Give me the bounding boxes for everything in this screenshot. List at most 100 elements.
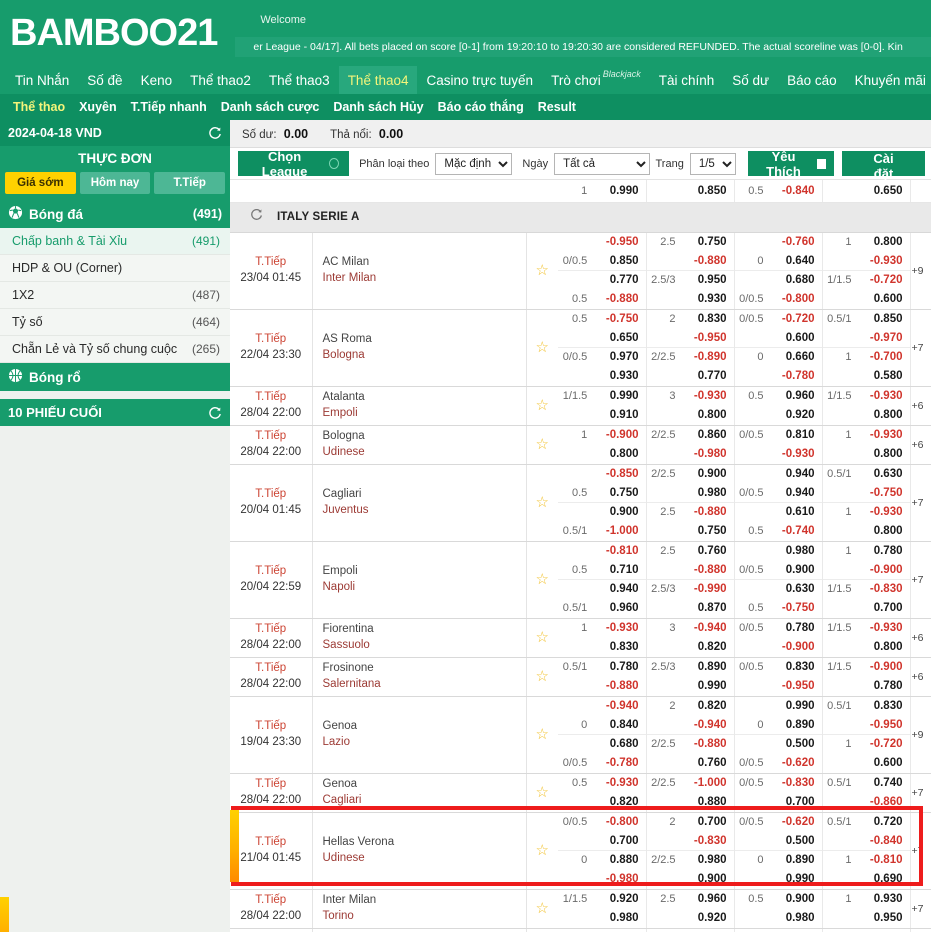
odds-price[interactable]: -1.000 bbox=[591, 522, 645, 541]
odds-line[interactable]: 2/2.5 -0.890 bbox=[646, 347, 734, 367]
odds-line[interactable]: 0.800 bbox=[823, 406, 910, 425]
odds-line[interactable]: 0.600 bbox=[823, 754, 910, 773]
odds-price[interactable]: -0.990 bbox=[679, 579, 734, 599]
odds-line[interactable]: 0.5 -0.840 bbox=[735, 181, 822, 200]
match-row[interactable]: T.Tiếp 28/04 22:00 Frosinone Salernitana ☆ 0.… bbox=[230, 657, 931, 697]
site-logo[interactable]: BAMBOO21 bbox=[10, 14, 218, 52]
odds-line[interactable]: 0/0.5 -0.800 bbox=[558, 813, 646, 832]
odds-price[interactable]: -0.930 bbox=[768, 445, 822, 464]
odds-price[interactable]: -0.880 bbox=[591, 677, 645, 696]
favourite-star-cell[interactable]: ☆ bbox=[526, 889, 558, 929]
odds-line[interactable]: -0.810 bbox=[558, 542, 646, 561]
odds-price[interactable]: -0.620 bbox=[768, 754, 822, 773]
odds-price[interactable]: -0.880 bbox=[679, 502, 734, 522]
match-teams-cell[interactable]: Atalanta Empoli bbox=[312, 386, 527, 426]
odds-price[interactable]: 0.950 bbox=[679, 270, 734, 290]
refresh-icon[interactable] bbox=[250, 208, 263, 226]
more-markets-count[interactable]: +9 bbox=[910, 696, 931, 774]
odds-line[interactable]: 1 -0.930 bbox=[558, 619, 646, 638]
odds-price[interactable]: 0.700 bbox=[856, 599, 910, 618]
odds-line[interactable]: 1/1.5 0.990 bbox=[558, 387, 646, 406]
odds-price[interactable]: 0.990 bbox=[768, 697, 822, 716]
odds-line[interactable]: 0/0.5 -0.830 bbox=[735, 774, 822, 793]
odds-line[interactable]: 0/0.5 0.940 bbox=[735, 484, 822, 503]
odds-line[interactable]: -0.830 bbox=[647, 832, 734, 851]
more-markets-count[interactable]: +6 bbox=[910, 425, 931, 465]
match-row[interactable]: T.Tiếp 20/04 01:45 Cagliari Juventus ☆ -0.850… bbox=[230, 464, 931, 542]
odds-line[interactable]: 3 -0.930 bbox=[647, 387, 734, 406]
odds-line[interactable]: -0.950 bbox=[823, 716, 910, 735]
odds-line[interactable]: 0.930 bbox=[647, 290, 734, 309]
odds-line[interactable]: -0.840 bbox=[823, 832, 910, 851]
odds-line[interactable]: 0.990 bbox=[735, 870, 822, 889]
odds-price[interactable]: 0.750 bbox=[591, 484, 645, 503]
odds-line[interactable]: 0.900 bbox=[558, 502, 646, 522]
odds-line[interactable]: 0.990 bbox=[647, 677, 734, 696]
odds-price[interactable]: 0.880 bbox=[591, 850, 646, 870]
odds-price[interactable]: 0.640 bbox=[768, 252, 822, 271]
favourite-checkbox-icon[interactable] bbox=[817, 158, 827, 169]
odds-line[interactable]: 0.5/1 0.720 bbox=[823, 813, 910, 832]
odds-price[interactable]: 0.820 bbox=[591, 793, 645, 812]
match-row[interactable]: T.Tiếp 19/04 23:30 Genoa Lazio ☆ -0.940 0 0.840… bbox=[230, 696, 931, 774]
odds-price[interactable]: -0.750 bbox=[591, 310, 645, 329]
odds-line[interactable]: 0.990 bbox=[735, 697, 822, 716]
odds-line[interactable]: 0.5 -0.750 bbox=[558, 310, 646, 329]
odds-line[interactable]: 2/2.5 -0.880 bbox=[646, 734, 734, 754]
odds-line[interactable]: 1 0.780 bbox=[823, 542, 910, 561]
odds-line[interactable]: 0.920 bbox=[735, 406, 822, 425]
odds-price[interactable]: 0.600 bbox=[856, 754, 910, 773]
odds-price[interactable]: 0.890 bbox=[768, 716, 822, 735]
odds-price[interactable]: 0.760 bbox=[680, 542, 734, 561]
odds-line[interactable]: 0.780 bbox=[823, 677, 910, 696]
odds-price[interactable]: 0.750 bbox=[680, 233, 734, 252]
odds-price[interactable]: -0.810 bbox=[591, 542, 645, 561]
odds-line[interactable]: 0.930 bbox=[558, 367, 646, 386]
nav-item-3[interactable]: Thể thao2 bbox=[181, 66, 260, 94]
odds-line[interactable]: 0.600 bbox=[735, 329, 822, 348]
odds-line[interactable]: 0.940 bbox=[558, 579, 646, 599]
odds-price[interactable]: 0.720 bbox=[856, 813, 910, 832]
odds-price[interactable]: 0.650 bbox=[591, 329, 645, 348]
odds-line[interactable]: 0.5 -0.930 bbox=[558, 774, 646, 793]
odds-price[interactable]: -0.900 bbox=[856, 561, 910, 580]
odds-price[interactable]: 0.820 bbox=[680, 697, 734, 716]
odds-price[interactable]: 0.820 bbox=[680, 638, 734, 657]
odds-line[interactable]: 0/0.5 0.970 bbox=[558, 347, 646, 367]
odds-price[interactable]: 0.800 bbox=[591, 445, 645, 464]
sidebar-market-0-3[interactable]: Tỷ số (464) bbox=[0, 309, 230, 336]
odds-price[interactable]: 0.930 bbox=[680, 290, 734, 309]
subnav-item-4[interactable]: Danh sách Hủy bbox=[326, 94, 430, 120]
odds-line[interactable]: 0.750 bbox=[647, 522, 734, 541]
more-markets-count[interactable]: +7 bbox=[910, 464, 931, 542]
odds-line[interactable]: 1/1.5 0.920 bbox=[558, 890, 646, 909]
star-icon[interactable]: ☆ bbox=[536, 339, 549, 356]
odds-price[interactable]: -0.980 bbox=[591, 870, 645, 889]
odds-price[interactable]: 0.800 bbox=[856, 233, 910, 252]
subnav-item-0[interactable]: Thể thao bbox=[6, 94, 72, 120]
odds-price[interactable]: -0.950 bbox=[680, 329, 734, 348]
day-select[interactable]: Tất cả bbox=[554, 152, 650, 175]
odds-line[interactable]: 0.980 bbox=[558, 909, 646, 928]
odds-price[interactable]: -0.810 bbox=[855, 850, 910, 870]
last-tickets-header[interactable]: 10 PHIẾU CUỐI bbox=[0, 399, 230, 426]
odds-line[interactable]: 1 -0.810 bbox=[822, 850, 910, 870]
odds-line[interactable]: 0/0.5 -0.780 bbox=[558, 754, 646, 773]
star-icon[interactable]: ☆ bbox=[536, 668, 549, 685]
favourite-star-cell[interactable]: ☆ bbox=[526, 541, 558, 619]
odds-price[interactable]: 0.610 bbox=[767, 502, 822, 522]
odds-price[interactable]: 0.900 bbox=[768, 890, 822, 909]
odds-price[interactable]: 0.630 bbox=[856, 465, 910, 484]
odds-price[interactable]: 0.870 bbox=[680, 599, 734, 618]
odds-line[interactable]: 0 0.840 bbox=[558, 716, 646, 735]
odds-price[interactable]: -0.900 bbox=[856, 658, 910, 677]
star-icon[interactable]: ☆ bbox=[536, 262, 549, 279]
odds-line[interactable]: -0.900 bbox=[823, 561, 910, 580]
match-teams-cell[interactable]: AC Milan Inter Milan bbox=[312, 232, 527, 310]
odds-line[interactable]: 3 -0.940 bbox=[647, 619, 734, 638]
star-icon[interactable]: ☆ bbox=[536, 842, 549, 859]
odds-price[interactable]: -0.750 bbox=[768, 599, 822, 618]
odds-line[interactable]: 0.5 0.750 bbox=[558, 484, 646, 503]
odds-price[interactable]: 0.600 bbox=[856, 290, 910, 309]
odds-line[interactable]: -0.900 bbox=[735, 638, 822, 657]
